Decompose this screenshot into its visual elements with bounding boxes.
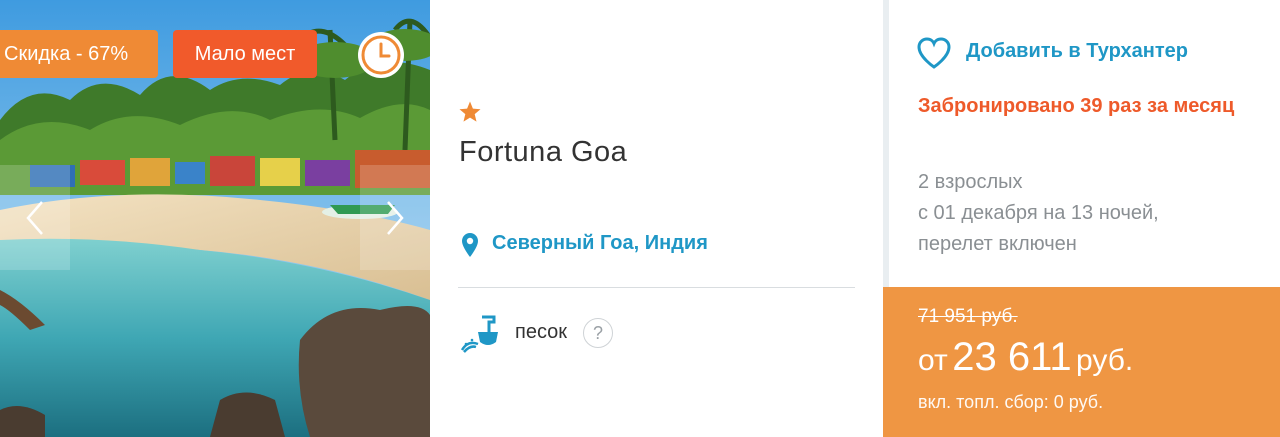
beach-type: песок: [515, 321, 568, 343]
travelers: 2 взрослых: [918, 171, 1023, 193]
heart-icon[interactable]: [916, 36, 952, 70]
current-price: от 23 611 руб.: [918, 335, 1133, 380]
flight-info: перелет включен: [918, 233, 1077, 255]
star-icon: [459, 101, 481, 122]
price-amount: 23 611: [952, 335, 1072, 379]
hotel-name[interactable]: Fortuna Goa: [459, 136, 627, 169]
next-photo-button[interactable]: [360, 165, 430, 270]
prev-photo-button[interactable]: [0, 165, 70, 270]
hotel-info: [430, 0, 883, 437]
chevron-right-icon: [387, 200, 404, 235]
tour-details: 2 взрослых с 01 декабря на 13 ночей, пер…: [918, 167, 1159, 260]
help-icon[interactable]: ?: [583, 318, 613, 348]
chevron-left-icon: [26, 200, 43, 235]
clock-icon: [358, 32, 404, 78]
price-currency: руб.: [1076, 344, 1134, 377]
price-prefix: от: [918, 344, 948, 377]
hotel-photo[interactable]: Скидка - 67% Мало мест: [0, 0, 430, 437]
tour-dates: с 01 декабря на 13 ночей,: [918, 202, 1159, 224]
few-places-badge: Мало мест: [173, 30, 317, 78]
booked-count: Забронировано 39 раз за месяц: [918, 95, 1235, 117]
beach-sand-icon: [460, 315, 498, 353]
old-price: 71 951 руб.: [918, 306, 1018, 327]
location-pin-icon: [462, 233, 478, 257]
fuel-fee: вкл. топл. сбор: 0 руб.: [918, 392, 1104, 412]
discount-badge: Скидка - 67%: [0, 30, 158, 78]
hotel-location-link[interactable]: Северный Гоа, Индия: [492, 232, 708, 255]
divider: [458, 287, 855, 288]
add-to-favorites-link[interactable]: Добавить в Турхантер: [966, 40, 1188, 63]
